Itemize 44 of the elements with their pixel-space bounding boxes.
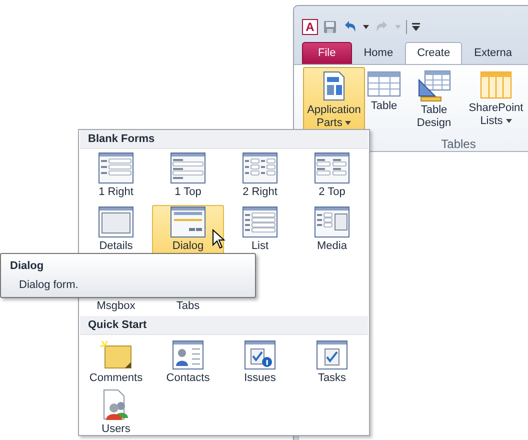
form-layout-icon	[242, 206, 278, 238]
checklist-info-icon	[244, 340, 276, 370]
gallery-item[interactable]: Details	[80, 205, 152, 257]
tooltip-text: Dialog form.	[18, 278, 80, 291]
ribbon-tab[interactable]: File	[302, 42, 352, 64]
ribbon-button[interactable]: SharePoint Lists	[465, 67, 527, 137]
form-layout-icon	[98, 152, 134, 184]
app-logo: A	[302, 19, 318, 35]
table-icon	[367, 70, 401, 98]
form-layout-icon	[170, 206, 206, 238]
cursor-icon	[212, 229, 226, 249]
checklist-icon	[316, 340, 348, 370]
save-icon[interactable]	[323, 20, 337, 34]
ribbon-tab[interactable]: Externa	[462, 42, 524, 64]
contact-card-icon	[172, 340, 204, 370]
form-layout-icon	[314, 152, 350, 184]
section-header: Quick Start	[80, 316, 368, 335]
gallery-item[interactable]: 2 Top	[296, 151, 368, 203]
ribbon-button[interactable]: Table Design	[403, 67, 465, 137]
gallery-item[interactable]: Contacts	[152, 337, 224, 386]
tooltip-title: Dialog	[9, 259, 45, 272]
form-layout-icon	[170, 152, 206, 184]
gallery-item[interactable]: 2 Right	[224, 151, 296, 203]
gallery-item[interactable]: Issues	[224, 337, 296, 386]
ribbon-tab[interactable]: Create	[405, 42, 462, 64]
list-icon	[480, 70, 512, 100]
note-icon	[99, 340, 133, 370]
table-design-icon	[417, 70, 451, 102]
customize-icon[interactable]	[412, 23, 420, 31]
form-layout-icon	[242, 152, 278, 184]
section-header: Blank Forms	[80, 130, 368, 149]
form-layout-icon	[98, 206, 134, 238]
caret-icon[interactable]	[363, 25, 369, 29]
ribbon-tab[interactable]: Home	[352, 42, 406, 64]
gallery-item[interactable]: Media	[296, 205, 368, 257]
ribbon-button[interactable]: Table	[365, 67, 403, 137]
gallery-item[interactable]: Comments	[80, 337, 152, 386]
gallery-item[interactable]: 1 Top	[152, 151, 224, 203]
gallery-item[interactable]: Tasks	[296, 337, 368, 386]
gallery-item[interactable]: Users	[80, 388, 152, 437]
gallery-item[interactable]: List	[224, 205, 296, 257]
group-label: Tables	[441, 137, 476, 151]
form-layout-icon	[314, 206, 350, 238]
gallery-item[interactable]: 1 Right	[80, 151, 152, 203]
